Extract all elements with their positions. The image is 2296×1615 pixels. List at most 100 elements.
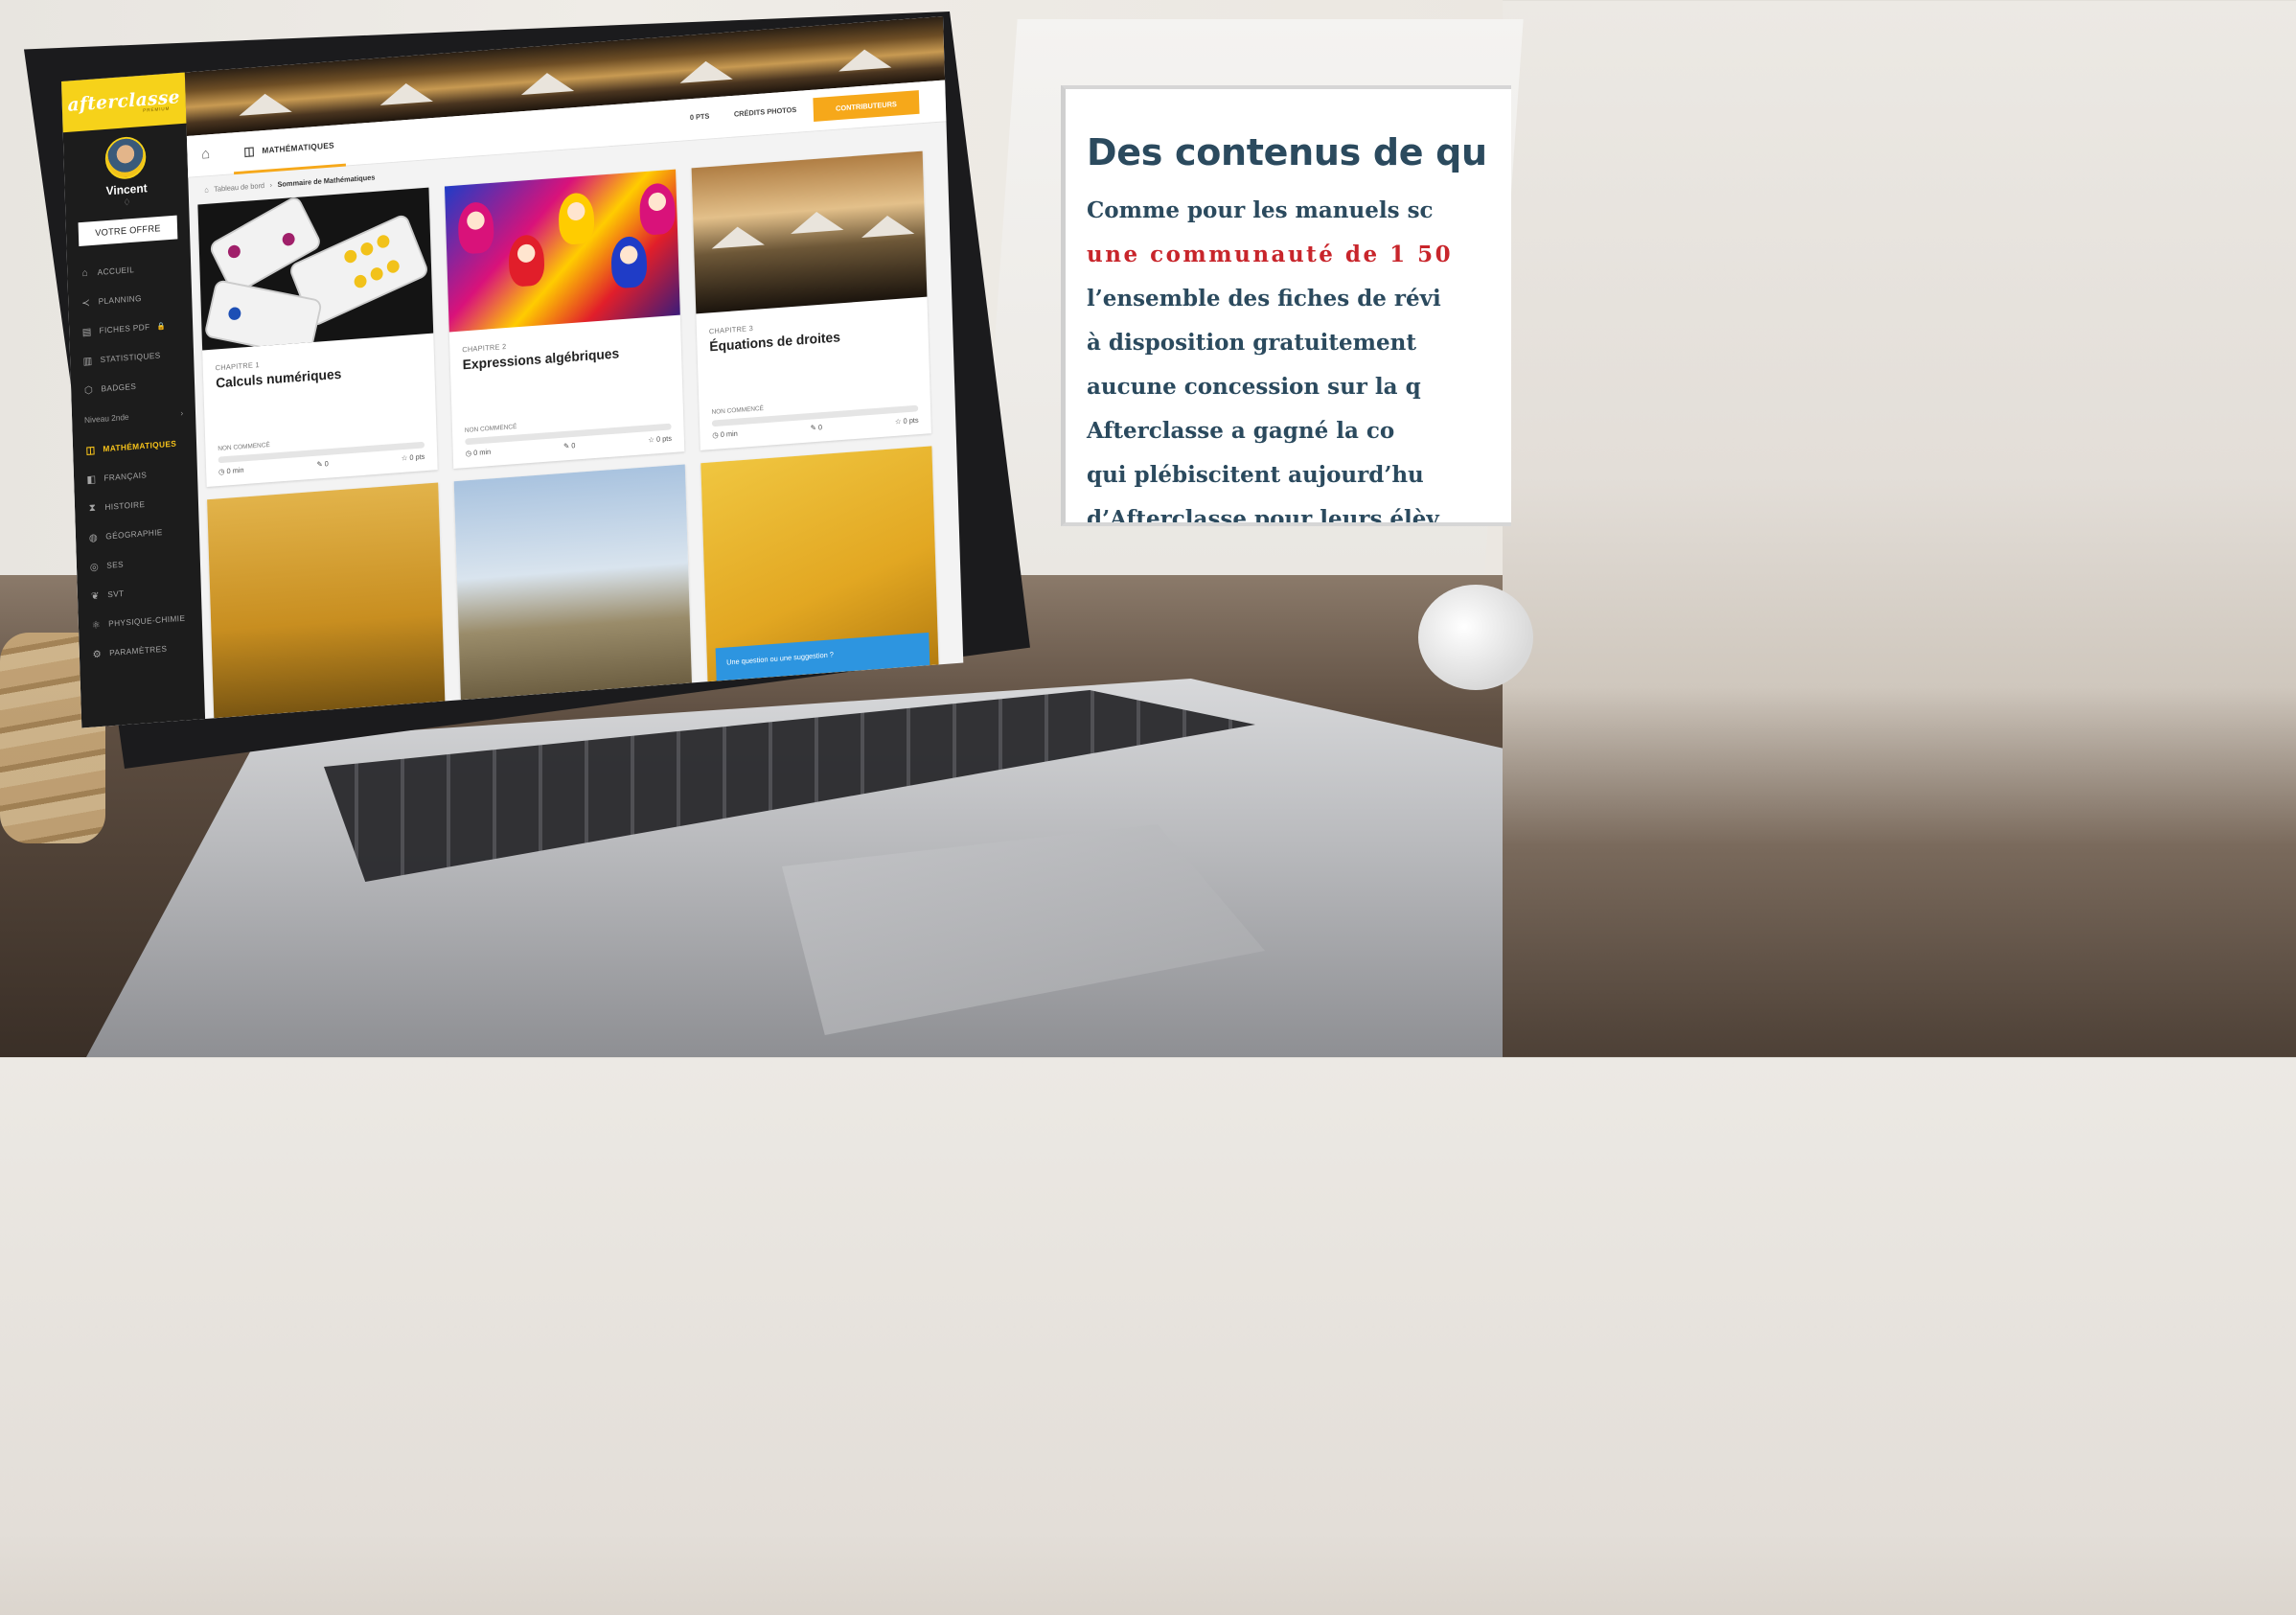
chapter-card-2[interactable]: CHAPITRE 2 Expressions algébriques NON C…	[444, 169, 685, 469]
sidebar-item-label: FICHES PDF	[99, 322, 150, 335]
chapter-card-4[interactable]	[207, 482, 446, 719]
time-stat: ◷ 0 min	[466, 448, 492, 458]
points-value: 0 pts	[903, 416, 919, 426]
edit-value: 0	[324, 459, 329, 469]
sidebar-item-label: FRANÇAIS	[103, 470, 148, 483]
edit-value: 0	[817, 423, 823, 432]
promo-line: Afterclasse a gagné la co	[1087, 418, 1395, 444]
chapter-card-1[interactable]: CHAPITRE 1 Calculs numériques NON COMMEN…	[197, 187, 438, 487]
chapter-card-3[interactable]: CHAPITRE 3 Équations de droites NON COMM…	[691, 150, 931, 450]
promo-line: l’ensemble des fiches de révi	[1087, 286, 1441, 311]
breadcrumb-home-icon[interactable]: ⌂	[204, 186, 209, 195]
logo[interactable]: afterclasse PREMIUM	[61, 72, 187, 133]
breadcrumb-home[interactable]: Tableau de bord	[214, 181, 264, 193]
level-label: Niveau 2nde	[83, 412, 129, 426]
tab-mathematiques[interactable]: ◫ MATHÉMATIQUES	[232, 124, 346, 175]
pencil-icon: ✎	[316, 460, 323, 470]
pencil-icon: ✎	[563, 441, 570, 450]
time-value: 0 min	[226, 466, 244, 475]
avatar[interactable]	[104, 135, 147, 181]
time-value: 0 min	[720, 429, 738, 439]
points-counter: 0 PTS	[689, 111, 710, 122]
sidebar-item-label: HISTOIRE	[104, 499, 146, 512]
promo-line: aucune concession sur la q	[1087, 374, 1421, 400]
suggestion-banner[interactable]: Une question ou une suggestion ?	[715, 632, 930, 681]
breadcrumb-current: Sommaire de Mathématiques	[277, 173, 376, 189]
hourglass-icon: ⧗	[88, 501, 97, 514]
edit-stat: ✎ 0	[563, 442, 576, 450]
share-icon: ≺	[81, 296, 91, 309]
chapter-image	[444, 169, 680, 333]
chapter-image: Une question ou une suggestion ?	[700, 446, 939, 682]
promo-line: qui plébiscitent aujourd’hu	[1087, 462, 1424, 488]
math-icon: ◫	[85, 444, 96, 456]
sidebar-item-label: ACCUEIL	[97, 265, 135, 277]
edit-value: 0	[571, 441, 576, 450]
offer-button[interactable]: VOTRE OFFRE	[78, 215, 178, 246]
points-stat: ☆ 0 pts	[402, 452, 425, 462]
math-icon: ◫	[243, 143, 256, 158]
laptop-screen: afterclasse PREMIUM Vincent ♢ VOTRE OFFR…	[57, 16, 1016, 748]
points-stat: ☆ 0 pts	[648, 434, 672, 444]
promo-line-highlight: une communauté de 1 50	[1087, 242, 1454, 267]
chapter-status: NON COMMENCÉ	[711, 405, 765, 416]
logo-sub: PREMIUM	[143, 105, 171, 114]
chapter-body: CHAPITRE 2 Expressions algébriques NON C…	[449, 315, 685, 469]
chapter-body: CHAPITRE 1 Calculs numériques NON COMMEN…	[202, 334, 438, 487]
sidebar-item-label: SES	[106, 559, 125, 570]
chart-icon: ▥	[82, 355, 93, 367]
clock-icon: ◷	[465, 449, 472, 458]
chapter-image	[453, 464, 692, 701]
sidebar-item-label: GÉOGRAPHIE	[105, 527, 163, 542]
lock-icon: 🔒	[156, 321, 167, 331]
sidebar-item-label: PLANNING	[98, 293, 143, 307]
home-icon[interactable]: ⌂	[201, 147, 210, 164]
clock-icon: ◷	[218, 467, 225, 476]
time-stat: ◷ 0 min	[218, 466, 244, 476]
time-value: 0 min	[473, 448, 492, 457]
chapter-body: CHAPITRE 3 Équations de droites NON COMM…	[696, 297, 931, 450]
points-value: 0 pts	[409, 452, 425, 462]
photo-credits-link[interactable]: CRÉDITS PHOTOS	[734, 105, 797, 118]
clock-icon: ◷	[712, 430, 719, 440]
document-icon: ▤	[81, 326, 92, 338]
globe-icon: ◍	[88, 531, 99, 544]
contributors-button[interactable]: CONTRIBUTEURS	[813, 90, 920, 122]
edit-stat: ✎ 0	[811, 423, 823, 431]
sidebar-item-label: PARAMÈTRES	[109, 643, 168, 658]
promo-title: Des contenus de qu	[1087, 131, 1487, 173]
chapter-card-5[interactable]	[453, 464, 692, 701]
chapter-image	[691, 150, 928, 314]
sidebar-item-label: SVT	[107, 588, 125, 600]
promo-line: Comme pour les manuels sc	[1087, 197, 1434, 223]
gear-icon: ⚙	[92, 648, 103, 660]
mouse	[1418, 585, 1533, 690]
pencil-icon: ✎	[810, 423, 817, 432]
sidebar-item-label: MATHÉMATIQUES	[103, 438, 177, 454]
star-icon: ☆	[401, 453, 408, 463]
home-icon: ⌂	[81, 267, 89, 279]
chapter-card-6[interactable]: Une question ou une suggestion ?	[700, 446, 939, 682]
promo-text-panel: Des contenus de qu Comme pour les manuel…	[1061, 85, 1511, 526]
chevron-right-icon: ›	[180, 408, 184, 418]
sidebar-item-label: STATISTIQUES	[100, 350, 161, 365]
book-icon: ◧	[86, 473, 97, 486]
atom-icon: ⚛	[91, 619, 102, 632]
sidebar-item-label: BADGES	[101, 381, 137, 394]
promo-line: d’Afterclasse pour leurs élèv	[1087, 506, 1439, 526]
points-stat: ☆ 0 pts	[895, 416, 919, 426]
chapter-status: NON COMMENCÉ	[464, 424, 517, 434]
star-icon: ☆	[648, 435, 655, 445]
chapter-image	[197, 187, 434, 351]
chapter-image	[207, 482, 446, 719]
shield-icon: ⬡	[83, 384, 94, 397]
breadcrumb-separator: ›	[269, 180, 273, 190]
edit-stat: ✎ 0	[316, 460, 329, 469]
promo-body: Comme pour les manuels sc une communauté…	[1087, 189, 1511, 526]
star-icon: ☆	[894, 417, 902, 427]
sidebar: afterclasse PREMIUM Vincent ♢ VOTRE OFFR…	[61, 72, 206, 728]
points-value: 0 pts	[655, 434, 673, 444]
coins-icon: ◎	[89, 561, 100, 573]
breadcrumb: ⌂ Tableau de bord › Sommaire de Mathémat…	[204, 173, 375, 195]
leaf-icon: ❦	[90, 589, 101, 602]
